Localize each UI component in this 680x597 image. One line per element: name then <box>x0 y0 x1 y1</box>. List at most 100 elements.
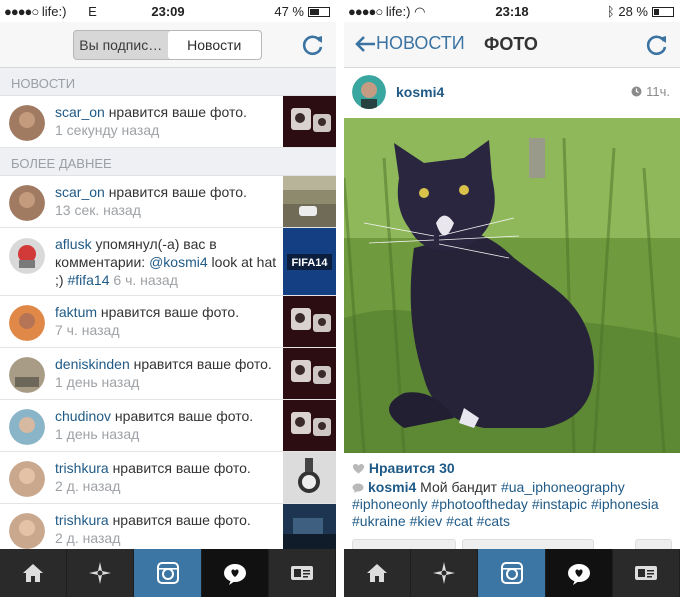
battery-icon <box>308 7 330 17</box>
hashtag-link[interactable]: #iphoneonly <box>352 496 428 512</box>
activity-row[interactable]: aflusk упомянул(-а) вас в комментарии: @… <box>0 228 336 296</box>
tab-activity[interactable] <box>545 549 613 597</box>
avatar[interactable] <box>9 238 45 274</box>
cat-photo[interactable] <box>344 118 680 453</box>
timestamp: 2 д. назад <box>55 478 121 494</box>
tab-profile[interactable] <box>613 549 680 597</box>
section-header-older: БОЛЕЕ ДАВНЕЕ <box>0 148 336 176</box>
photo-thumbnail[interactable] <box>283 348 336 399</box>
nav-bar: НОВОСТИ ФОТО <box>344 22 680 68</box>
activity-list: НОВОСТИ scar_on нравится ваше фото. 1 сек… <box>0 68 336 549</box>
back-button[interactable]: НОВОСТИ <box>354 33 465 54</box>
refresh-icon[interactable] <box>644 32 670 58</box>
avatar[interactable] <box>9 185 45 221</box>
username-link[interactable]: faktum <box>55 304 97 320</box>
activity-row[interactable]: scar_on нравится ваше фото. 1 секунду наз… <box>0 96 336 148</box>
timestamp: 1 день назад <box>55 426 140 442</box>
tab-explore[interactable] <box>411 549 479 597</box>
photo-thumbnail[interactable] <box>283 400 336 451</box>
refresh-icon[interactable] <box>300 32 326 58</box>
timestamp: 6 ч. назад <box>109 272 178 288</box>
hashtag-link[interactable]: #ukraine <box>352 513 406 529</box>
post-username[interactable]: kosmi4 <box>396 84 444 100</box>
photo-thumbnail[interactable] <box>283 176 336 227</box>
username-link[interactable]: aflusk <box>55 236 92 252</box>
activity-text: нравится ваше фото. <box>108 512 251 528</box>
activity-text: нравится ваше фото. <box>104 184 247 200</box>
timestamp: 7 ч. назад <box>55 322 120 338</box>
activity-text: нравится ваше фото. <box>129 356 272 372</box>
camera-icon <box>156 562 179 584</box>
avatar[interactable] <box>352 75 386 109</box>
camera-icon <box>500 562 523 584</box>
avatar[interactable] <box>9 513 45 549</box>
timestamp: 2 д. назад <box>55 530 121 546</box>
avatar[interactable] <box>9 409 45 445</box>
post-age-text: 11ч. <box>646 84 670 99</box>
mention-link[interactable]: @kosmi4 <box>149 254 208 270</box>
nav-bar: Вы подпис… Новости <box>0 22 336 68</box>
hashtag-link[interactable]: #cats <box>477 513 510 529</box>
activity-row[interactable]: chudinov нравится ваше фото. 1 день назад <box>0 400 336 452</box>
hashtag-link[interactable]: #instapic <box>532 496 587 512</box>
tab-home[interactable] <box>344 549 412 597</box>
avatar[interactable] <box>9 105 45 141</box>
clock-icon <box>631 86 642 97</box>
segment-following[interactable]: Вы подпис… <box>74 31 168 59</box>
username-link[interactable]: trishkura <box>55 512 109 528</box>
avatar[interactable] <box>9 305 45 341</box>
photo-screen: ●●●●○ life:) ◠ 23:18 ᛒ 28 % НОВОСТИ ФОТО… <box>344 0 680 597</box>
photo-thumbnail[interactable] <box>283 504 336 549</box>
username-link[interactable]: chudinov <box>55 408 111 424</box>
fifa-thumbnail[interactable]: FIFA14 <box>283 228 336 295</box>
likes-count[interactable]: Нравится 30 <box>352 460 455 476</box>
status-bar: ●●●●○ life:) E 23:09 47 % <box>0 0 336 22</box>
tab-explore[interactable] <box>67 549 135 597</box>
comment-icon <box>352 483 364 493</box>
explore-icon <box>433 562 456 584</box>
tab-home[interactable] <box>0 549 68 597</box>
section-header-news: НОВОСТИ <box>0 68 336 96</box>
timestamp: 1 секунду назад <box>55 122 160 138</box>
avatar[interactable] <box>9 357 45 393</box>
photo-thumbnail[interactable] <box>283 96 336 147</box>
segment-news[interactable]: Новости <box>167 31 261 59</box>
activity-row[interactable]: deniskinden нравится ваше фото. 1 день на… <box>0 348 336 400</box>
hashtag-link[interactable]: #photooftheday <box>431 496 528 512</box>
username-link[interactable]: deniskinden <box>55 356 130 372</box>
hashtag-link[interactable]: #cat <box>446 513 472 529</box>
activity-screen: ●●●●○ life:) E 23:09 47 % Вы подпис… Нов… <box>0 0 336 597</box>
username-link[interactable]: scar_on <box>55 184 105 200</box>
heart-icon <box>352 463 365 473</box>
username-link[interactable]: scar_on <box>55 104 105 120</box>
caption-text: Мой бандит <box>416 479 501 495</box>
activity-text: нравится ваше фото. <box>97 304 240 320</box>
activity-row[interactable]: trishkura нравится ваше фото. 2 д. назад <box>0 452 336 504</box>
photo-thumbnail[interactable] <box>283 296 336 347</box>
activity-segmented-control: Вы подпис… Новости <box>73 30 262 60</box>
tab-bar <box>0 549 336 597</box>
caption-username[interactable]: kosmi4 <box>368 479 416 495</box>
timestamp: 13 сек. назад <box>55 202 141 218</box>
activity-row[interactable]: faktum нравится ваше фото. 7 ч. назад <box>0 296 336 348</box>
photo-thumbnail[interactable] <box>283 452 336 503</box>
explore-icon <box>89 562 112 584</box>
hashtag-link[interactable]: #fifa14 <box>67 272 109 288</box>
hashtag-link[interactable]: #ua_iphoneography <box>501 479 625 495</box>
likes-text: Нравится 30 <box>368 460 455 476</box>
activity-row[interactable]: trishkura нравится ваше фото. 2 д. назад <box>0 504 336 549</box>
hashtag-link[interactable]: #kiev <box>410 513 443 529</box>
timestamp: 1 день назад <box>55 374 140 390</box>
hashtag-link[interactable]: #iphonesia <box>591 496 659 512</box>
avatar[interactable] <box>9 461 45 497</box>
tab-camera[interactable] <box>134 549 202 597</box>
username-link[interactable]: trishkura <box>55 460 109 476</box>
home-icon <box>23 564 44 582</box>
tab-activity[interactable] <box>201 549 269 597</box>
activity-row[interactable]: scar_on нравится ваше фото. 13 сек. назад <box>0 176 336 228</box>
tab-profile[interactable] <box>269 549 336 597</box>
activity-text: нравится ваше фото. <box>108 460 251 476</box>
battery-percent: 28 % <box>618 4 648 19</box>
tab-camera[interactable] <box>478 549 546 597</box>
home-icon <box>367 564 388 582</box>
